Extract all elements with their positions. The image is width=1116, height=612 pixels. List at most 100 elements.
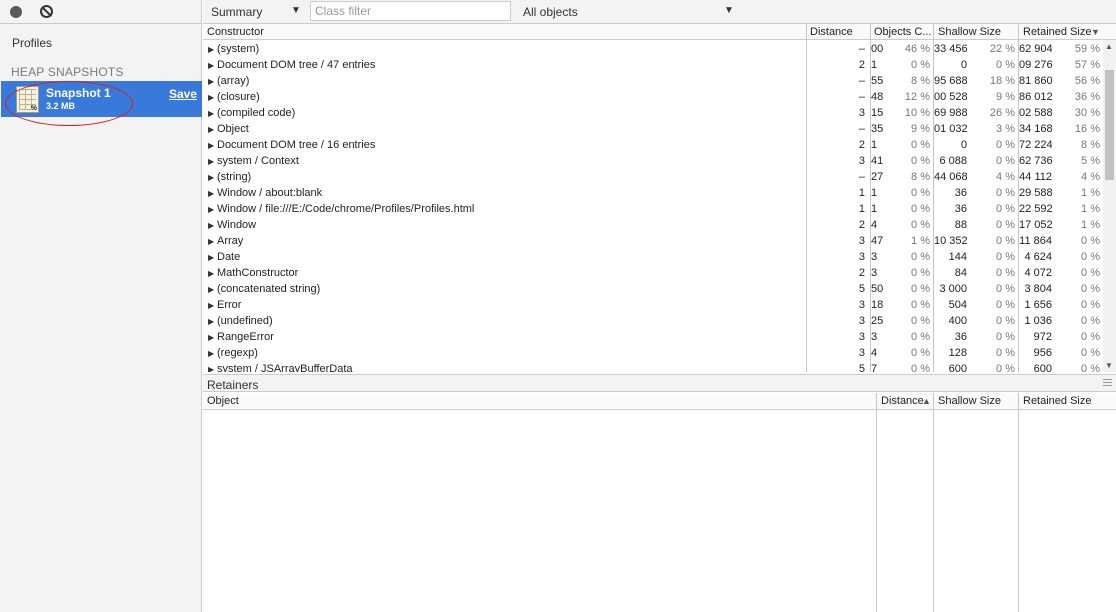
table-row[interactable]: ▶ Object –35 9 % 01 032 3 % 34 168 16 % [203,121,1103,137]
row-constructor: ▶ (compiled code) [208,105,806,121]
row-constructor: ▶ (array) [208,73,806,89]
table-row[interactable]: ▶ (concatenated string) 5 50 0 % 3 000 0 % 3 80… [203,281,1103,297]
row-object-count-percent: 9 % [911,123,930,135]
retainers-header-object[interactable]: Object [207,393,807,410]
expand-triangle-icon[interactable]: ▶ [208,58,214,73]
column-divider[interactable] [1018,393,1019,612]
table-row[interactable]: ▶ Error 3 18 0 % 504 0 % 1 656 0 % [203,297,1103,313]
clear-icon[interactable] [40,5,53,18]
constructor-name: RangeError [217,331,274,343]
constructor-name: (concatenated string) [217,283,321,295]
record-icon[interactable] [10,6,22,18]
expand-triangle-icon[interactable]: ▶ [208,186,214,201]
expand-triangle-icon[interactable]: ▶ [208,346,214,361]
table-row[interactable]: ▶ (array) –55 8 % 95 688 18 % 81 860 56 % [203,73,1103,89]
grid-scrollbar[interactable]: ▲ ▼ [1103,40,1116,372]
table-row[interactable]: ▶ (system) –00 46 % 33 456 22 % 62 904 59 % [203,41,1103,57]
row-object-count-percent: 0 % [911,251,930,263]
column-divider[interactable] [876,393,877,612]
expand-triangle-icon[interactable]: ▶ [208,250,214,265]
expand-triangle-icon[interactable]: ▶ [208,90,214,105]
retainers-header-retained-size[interactable]: Retained Size [1023,393,1103,410]
expand-triangle-icon[interactable]: ▶ [208,330,214,345]
scroll-up-icon[interactable]: ▲ [1105,42,1113,51]
table-row[interactable]: ▶ (closure) –48 12 % 00 528 9 % 86 012 36 % [203,89,1103,105]
perspective-select[interactable]: Summary [211,5,262,19]
row-retained-size-percent: 0 % [1081,267,1100,279]
table-row[interactable]: ▶ Document DOM tree / 16 entries 2 1 0 % 0 0 %… [203,137,1103,153]
row-shallow-size-percent: 0 % [996,235,1015,247]
expand-triangle-icon[interactable]: ▶ [208,218,214,233]
scroll-down-icon[interactable]: ▼ [1105,361,1113,370]
row-shallow-size: 84 [954,267,967,279]
row-retained-size: 29 588 [1019,187,1052,199]
expand-triangle-icon[interactable]: ▶ [208,266,214,281]
retainers-title: Retainers [207,378,259,392]
expand-triangle-icon[interactable]: ▶ [208,362,214,372]
table-row[interactable]: ▶ (compiled code) 3 15 10 % 69 988 26 % 02 588 3… [203,105,1103,121]
row-retained-size: 4 072 [1024,267,1052,279]
row-retained-size: 72 224 [1019,139,1052,151]
row-constructor: ▶ (undefined) [208,313,806,329]
header-shallow-size[interactable]: Shallow Size [938,24,1018,40]
expand-triangle-icon[interactable]: ▶ [208,234,214,249]
row-retained-size: 956 [1033,347,1052,359]
header-objects-count[interactable]: Objects C... [874,24,934,40]
expand-triangle-icon[interactable]: ▶ [208,202,214,217]
table-row[interactable]: ▶ Document DOM tree / 47 entries 2 1 0 % 0 0 %… [203,57,1103,73]
row-object-count-percent: 0 % [911,139,930,151]
table-row[interactable]: ▶ MathConstructor 2 3 0 % 84 0 % 4 072 0 % [203,265,1103,281]
row-shallow-size-percent: 0 % [996,251,1015,263]
constructor-name: system / JSArrayBufferData [217,363,353,372]
header-retained-size[interactable]: Retained Size [1023,24,1093,40]
table-row[interactable]: ▶ Window / about:blank 1 1 0 % 36 0 % 29 588 1 % [203,185,1103,201]
class-filter-input[interactable] [310,1,511,21]
expand-triangle-icon[interactable]: ▶ [208,282,214,297]
snapshot-item[interactable]: % Snapshot 1 3.2 MB Save [1,81,202,117]
scrollbar-thumb[interactable] [1105,70,1114,180]
constructor-name: Window / about:blank [217,187,323,199]
table-row[interactable]: ▶ (string) –27 8 % 44 068 4 % 44 112 4 % [203,169,1103,185]
expand-triangle-icon[interactable]: ▶ [208,170,214,185]
expand-triangle-icon[interactable]: ▶ [208,154,214,169]
table-row[interactable]: ▶ Array 3 47 1 % 10 352 0 % 11 864 0 % [203,233,1103,249]
dropdown-arrow-icon[interactable]: ▼ [724,5,734,16]
table-row[interactable]: ▶ Window 2 4 0 % 88 0 % 17 052 1 % [203,217,1103,233]
row-object-count-percent: 0 % [911,155,930,167]
row-retained-size-percent: 4 % [1081,171,1100,183]
table-row[interactable]: ▶ system / JSArrayBufferData 5 7 0 % 600 0 % 60… [203,361,1103,372]
row-retained-size-percent: 16 % [1074,123,1100,135]
row-constructor: ▶ Window / file:///E:/Code/chrome/Profile… [208,201,806,217]
row-object-count: 4 [871,347,878,359]
expand-triangle-icon[interactable]: ▶ [208,74,214,89]
expand-triangle-icon[interactable]: ▶ [208,314,214,329]
snapshot-name: Snapshot 1 [46,86,111,100]
constructor-name: (system) [217,43,260,55]
expand-triangle-icon[interactable]: ▶ [208,122,214,137]
retainers-header-shallow-size[interactable]: Shallow Size [938,393,1018,410]
expand-triangle-icon[interactable]: ▶ [208,42,214,57]
save-snapshot-link[interactable]: Save [169,87,197,101]
expand-triangle-icon[interactable]: ▶ [208,106,214,121]
header-distance[interactable]: Distance [810,24,870,40]
expand-triangle-icon[interactable]: ▶ [208,298,214,313]
column-divider[interactable] [933,393,934,612]
table-row[interactable]: ▶ Window / file:///E:/Code/chrome/Profile… [203,201,1103,217]
table-row[interactable]: ▶ RangeError 3 3 0 % 36 0 % 972 0 % [203,329,1103,345]
retainers-header-distance[interactable]: Distance [881,393,927,410]
expand-triangle-icon[interactable]: ▶ [208,138,214,153]
dropdown-arrow-icon[interactable]: ▼ [291,5,301,16]
table-row[interactable]: ▶ system / Context 3 41 0 % 6 088 0 % 62 736 5 % [203,153,1103,169]
table-row[interactable]: ▶ Date 3 3 0 % 144 0 % 4 624 0 % [203,249,1103,265]
constructor-name: (regexp) [217,347,258,359]
row-constructor: ▶ Date [208,249,806,265]
profiles-title: Profiles [12,36,53,50]
objects-filter-select[interactable]: All objects [523,5,578,19]
row-constructor: ▶ Error [208,297,806,313]
table-row[interactable]: ▶ (undefined) 3 25 0 % 400 0 % 1 036 0 % [203,313,1103,329]
resize-handle-icon[interactable] [1103,379,1112,387]
table-row[interactable]: ▶ (regexp) 3 4 0 % 128 0 % 956 0 % [203,345,1103,361]
header-constructor[interactable]: Constructor [207,24,797,40]
row-object-count-percent: 0 % [911,363,930,372]
row-object-count-percent: 0 % [911,59,930,71]
